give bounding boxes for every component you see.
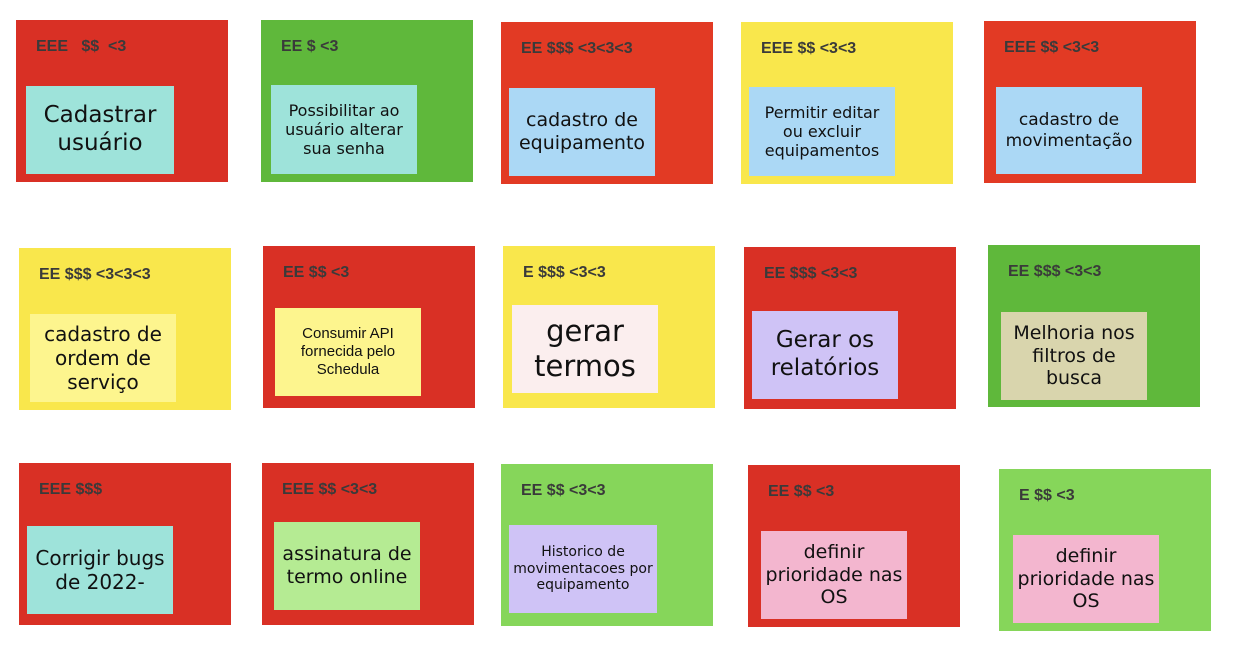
card-estimate-label: EE $ <3 — [281, 38, 339, 55]
card-estimate-label: EE $$ <3 — [283, 264, 350, 281]
card-ordem-servico[interactable]: EE $$$ <3<3<3 cadastro de ordem de servi… — [19, 248, 231, 410]
sticky-note[interactable]: cadastro de movimentação — [996, 87, 1142, 174]
sticky-note[interactable]: definir prioridade nas OS — [761, 531, 907, 619]
card-corrigir-bugs[interactable]: EEE $$$ Corrigir bugs de 2022- — [19, 463, 231, 625]
sticky-note[interactable]: gerar termos — [512, 305, 658, 393]
card-estimate-label: EE $$$ <3<3 — [1008, 263, 1102, 280]
sticky-note[interactable]: Possibilitar ao usuário alterar sua senh… — [271, 85, 417, 174]
card-estimate-label: EEE $$$ — [39, 481, 103, 498]
card-estimate-label: E $$$ <3<3 — [523, 264, 606, 281]
card-estimate-label: E $$ <3 — [1019, 487, 1075, 504]
card-gerar-termos[interactable]: E $$$ <3<3 gerar termos — [503, 246, 715, 408]
sticky-note[interactable]: Gerar os relatórios — [752, 311, 898, 399]
card-estimate-label: EE $$$ <3<3<3 — [39, 266, 151, 283]
card-estimate-label: EEE $$ <3<3 — [1004, 39, 1100, 56]
sticky-note[interactable]: Consumir API fornecida pelo Schedula — [275, 308, 421, 396]
card-editar-equipamentos[interactable]: EEE $$ <3<3 Permitir editar ou excluir e… — [741, 22, 953, 184]
sticky-note[interactable]: cadastro de ordem de serviço — [30, 314, 176, 402]
card-gerar-relatorios[interactable]: EE $$$ <3<3 Gerar os relatórios — [744, 247, 956, 409]
sticky-note[interactable]: Historico de movimentacoes por equipamen… — [509, 525, 657, 613]
card-cadastro-equipamento[interactable]: EE $$$ <3<3<3 cadastro de equipamento — [501, 22, 713, 184]
card-cadastro-movimentacao[interactable]: EEE $$ <3<3 cadastro de movimentação — [984, 21, 1196, 183]
card-melhoria-filtros[interactable]: EE $$$ <3<3 Melhoria nos filtros de busc… — [988, 245, 1200, 407]
sticky-note[interactable]: Cadastrar usuário — [26, 86, 174, 174]
card-estimate-label: EE $$$ <3<3<3 — [521, 40, 633, 57]
sticky-note[interactable]: definir prioridade nas OS — [1013, 535, 1159, 623]
sticky-note[interactable]: Corrigir bugs de 2022- — [27, 526, 173, 614]
card-estimate-label: EEE $$ <3 — [36, 38, 127, 55]
card-estimate-label: EEE $$ <3<3 — [761, 40, 857, 57]
card-definir-prioridade-1[interactable]: EE $$ <3 definir prioridade nas OS — [748, 465, 960, 627]
card-cadastrar-usuario[interactable]: EEE $$ <3 Cadastrar usuário — [16, 20, 228, 182]
sticky-note[interactable]: cadastro de equipamento — [509, 88, 655, 176]
card-definir-prioridade-2[interactable]: E $$ <3 definir prioridade nas OS — [999, 469, 1211, 631]
card-assinatura-termo[interactable]: EEE $$ <3<3 assinatura de termo online — [262, 463, 474, 625]
card-alterar-senha[interactable]: EE $ <3 Possibilitar ao usuário alterar … — [261, 20, 473, 182]
card-consumir-api[interactable]: EE $$ <3 Consumir API fornecida pelo Sch… — [263, 246, 475, 408]
sticky-board: EEE $$ <3 Cadastrar usuário EE $ <3 Poss… — [0, 0, 1242, 668]
card-estimate-label: EEE $$ <3<3 — [282, 481, 378, 498]
card-historico-movimentacoes[interactable]: EE $$ <3<3 Historico de movimentacoes po… — [501, 464, 713, 626]
sticky-note[interactable]: Melhoria nos filtros de busca — [1001, 312, 1147, 400]
sticky-note[interactable]: assinatura de termo online — [274, 522, 420, 610]
card-estimate-label: EE $$$ <3<3 — [764, 265, 858, 282]
card-estimate-label: EE $$ <3<3 — [521, 482, 606, 499]
card-estimate-label: EE $$ <3 — [768, 483, 835, 500]
sticky-note[interactable]: Permitir editar ou excluir equipamentos — [749, 87, 895, 176]
